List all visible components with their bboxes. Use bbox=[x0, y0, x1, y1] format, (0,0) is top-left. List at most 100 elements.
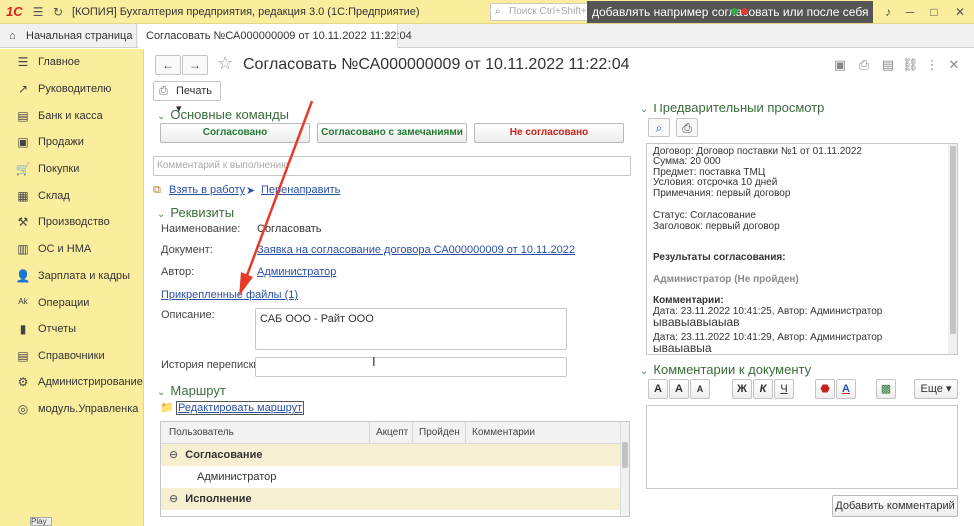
sidebar-item-operations[interactable]: ᴬᵏ Операции bbox=[0, 290, 144, 317]
sidebar: ☰ Главное ↗ Руководителю ▤ Банк и касса ▣ Пр… bbox=[0, 49, 144, 526]
sidebar-item-manager[interactable]: ↗ Руководителю bbox=[0, 76, 144, 103]
menu-icon: ☰ bbox=[17, 55, 29, 69]
more-button[interactable]: Еще ▾ bbox=[914, 379, 958, 399]
column-accept[interactable]: Акцепт bbox=[376, 422, 408, 444]
table-row[interactable]: ⊖ Исполнение bbox=[161, 488, 621, 510]
sidebar-item-main[interactable]: ☰ Главное bbox=[0, 49, 144, 76]
bell-icon[interactable]: ♪ bbox=[880, 4, 896, 20]
document-link[interactable]: Заявка на согласование договора СА000000… bbox=[257, 244, 575, 256]
print-icon[interactable]: ⎙ bbox=[856, 57, 872, 73]
preview-heading: Результаты согласования: bbox=[653, 252, 786, 263]
approved-with-remarks-button[interactable]: Согласовано с замечаниями bbox=[317, 123, 467, 143]
person-icon: 👤 bbox=[15, 269, 31, 283]
menu-icon[interactable]: ☰ bbox=[30, 4, 46, 20]
cart-icon: 🛒 bbox=[15, 162, 31, 176]
dot-icon bbox=[741, 8, 748, 15]
preview-line: Примечания: первый договор bbox=[653, 188, 791, 199]
section-route[interactable]: ⌄ Маршрут bbox=[157, 383, 226, 398]
attached-files-link[interactable]: Прикрепленные файлы (1) bbox=[161, 289, 298, 301]
font-bold-a-button[interactable]: A bbox=[648, 379, 668, 399]
more-icon[interactable]: ⋮ bbox=[924, 57, 940, 73]
sidebar-item-admin[interactable]: ⚙ Администрирование bbox=[0, 369, 144, 396]
section-details[interactable]: ⌄ Реквизиты bbox=[157, 205, 234, 220]
sidebar-item-assets[interactable]: ▥ ОС и НМА bbox=[0, 236, 144, 263]
history-icon[interactable]: ↻ bbox=[50, 4, 66, 20]
underline-button[interactable]: Ч bbox=[774, 379, 794, 399]
sidebar-item-warehouse[interactable]: ▦ Склад bbox=[0, 183, 144, 210]
edit-route-link[interactable]: Редактировать маршрут bbox=[176, 401, 305, 415]
folder-icon: 📁 bbox=[160, 402, 174, 414]
close-icon[interactable]: × bbox=[385, 24, 391, 48]
close-icon[interactable]: ✕ bbox=[946, 57, 962, 73]
assets-icon: ▥ bbox=[17, 242, 29, 256]
sidebar-item-catalogs[interactable]: ▤ Справочники bbox=[0, 343, 144, 370]
scrollbar[interactable] bbox=[948, 144, 957, 354]
comment-textarea[interactable] bbox=[646, 405, 958, 489]
description-field[interactable]: САБ ООО - Райт ООО bbox=[255, 308, 567, 350]
name-label: Наименование: bbox=[161, 223, 241, 235]
take-work-icon: ⧉ bbox=[153, 184, 161, 196]
tab-home[interactable]: ⌂ Начальная страница bbox=[0, 24, 137, 48]
author-link[interactable]: Администратор bbox=[257, 266, 336, 278]
preview-line: Заголовок: первый договор bbox=[653, 221, 780, 232]
play-tooltip: Play bbox=[30, 517, 52, 526]
take-to-work-link[interactable]: Взять в работу bbox=[169, 184, 245, 196]
preview-heading: Комментарии: bbox=[653, 295, 724, 306]
zoom-preview-button[interactable]: ⌕ bbox=[648, 118, 670, 137]
sales-icon: ▣ bbox=[17, 135, 29, 149]
add-comment-button[interactable]: Добавить комментарий bbox=[832, 495, 958, 517]
column-comments[interactable]: Комментарии bbox=[472, 422, 535, 444]
font-grow-button[interactable]: A bbox=[669, 379, 689, 399]
section-doc-comments[interactable]: ⌄ Комментарии к документу bbox=[640, 362, 811, 377]
sidebar-item-bank[interactable]: ▤ Банк и касса bbox=[0, 103, 144, 130]
section-main-commands[interactable]: ⌄ Основные команды bbox=[157, 107, 289, 122]
table-row[interactable]: Администратор bbox=[161, 466, 621, 488]
highlight-icon[interactable]: ⬣ bbox=[815, 379, 835, 399]
close-icon[interactable]: ✕ bbox=[952, 4, 968, 20]
back-button[interactable]: ← bbox=[155, 55, 181, 75]
print-button[interactable]: ⎙ Печать ▾ bbox=[153, 81, 221, 115]
tab-document[interactable]: Согласовать №СА000000009 от 10.11.2022 1… bbox=[138, 24, 412, 48]
insert-image-icon[interactable]: ▩ bbox=[876, 379, 896, 399]
section-preview[interactable]: ⌄ Предварительный просмотр bbox=[640, 104, 824, 115]
maximize-icon[interactable]: □ bbox=[926, 4, 942, 20]
sidebar-item-module[interactable]: ◎ модуль.Управленка bbox=[0, 396, 144, 423]
sidebar-item-purchases[interactable]: 🛒 Покупки bbox=[0, 156, 144, 183]
sidebar-item-reports[interactable]: ▮ Отчеты bbox=[0, 316, 144, 343]
table-row[interactable]: ⊖ Согласование bbox=[161, 444, 621, 466]
scrollbar[interactable] bbox=[620, 422, 629, 516]
preview-line: Статус: Согласование bbox=[653, 210, 756, 221]
bold-button[interactable]: Ж bbox=[732, 379, 752, 399]
history-field[interactable] bbox=[255, 357, 567, 377]
comment-field[interactable]: Комментарий к выполнению bbox=[153, 156, 631, 176]
sidebar-item-production[interactable]: ⚒ Производство bbox=[0, 209, 144, 236]
column-passed[interactable]: Пройден bbox=[419, 422, 460, 444]
page-title: Согласовать №СА000000009 от 10.11.2022 1… bbox=[243, 56, 630, 73]
preview-status: Администратор (Не пройден) bbox=[653, 274, 799, 285]
not-approved-button[interactable]: Не согласовано bbox=[474, 123, 624, 143]
operations-icon: ᴬᵏ bbox=[18, 296, 28, 310]
link-icon[interactable]: ⛓ bbox=[902, 57, 919, 73]
star-icon[interactable]: ☆ bbox=[217, 53, 233, 74]
sidebar-item-salary[interactable]: 👤 Зарплата и кадры bbox=[0, 263, 144, 290]
save-icon[interactable]: ▣ bbox=[832, 57, 848, 73]
sidebar-item-sales[interactable]: ▣ Продажи bbox=[0, 129, 144, 156]
column-user[interactable]: Пользователь bbox=[169, 422, 234, 444]
table-header: Пользователь Акцепт Пройден Комментарии bbox=[161, 422, 621, 444]
font-color-button[interactable]: A bbox=[836, 379, 856, 399]
app-title: [КОПИЯ] Бухгалтерия предприятия, редакци… bbox=[72, 6, 420, 18]
italic-button[interactable]: К bbox=[753, 379, 773, 399]
redirect-link[interactable]: Перенаправить bbox=[261, 184, 340, 196]
app-logo: 1С bbox=[6, 4, 23, 19]
history-label: История переписки: bbox=[161, 359, 263, 371]
name-value: Согласовать bbox=[257, 223, 322, 235]
report-icon: ▮ bbox=[19, 322, 27, 336]
forward-button[interactable]: → bbox=[182, 55, 208, 75]
font-shrink-button[interactable]: A bbox=[690, 379, 710, 399]
preview-line: Сумма: 20 000 bbox=[653, 156, 721, 167]
print-preview-button[interactable]: ⎙ bbox=[676, 118, 698, 137]
minimize-icon[interactable]: ─ bbox=[902, 4, 918, 20]
approved-button[interactable]: Согласовано bbox=[160, 123, 310, 143]
bank-icon: ▤ bbox=[17, 109, 29, 123]
doc-icon[interactable]: ▤ bbox=[880, 57, 896, 73]
